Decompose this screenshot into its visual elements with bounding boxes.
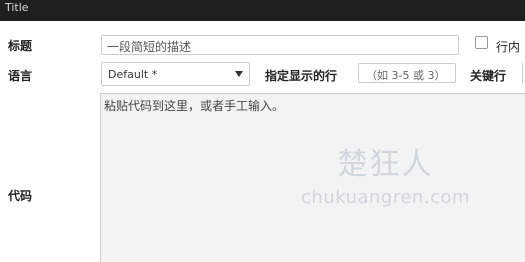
title-input-placeholder: 一段简短的描述	[107, 40, 192, 54]
language-select[interactable]: Default *	[101, 62, 250, 86]
dialog-title: Title	[5, 1, 29, 14]
code-placeholder: 粘贴代码到这里，或者手工输入。	[104, 99, 285, 113]
dialog-titlebar: Title	[0, 0, 525, 21]
site-watermark: 楚狂人 chukuangren.com	[301, 139, 470, 208]
watermark-url: chukuangren.com	[301, 187, 471, 208]
caret-down-icon	[235, 71, 243, 77]
title-label: 标题	[8, 39, 33, 53]
language-select-value: Default *	[108, 68, 158, 81]
inline-checkbox[interactable]	[475, 36, 488, 49]
language-label: 语言	[8, 69, 33, 83]
title-input[interactable]: 一段简短的描述	[101, 35, 459, 55]
keyline-label: 关键行	[470, 69, 507, 83]
lines-input-placeholder: （如 3-5 或 3）	[366, 69, 446, 82]
code-label: 代码	[8, 189, 33, 203]
inline-label: 行内	[496, 40, 521, 54]
watermark-chinese: 楚狂人	[337, 147, 434, 182]
lines-label: 指定显示的行	[265, 69, 338, 83]
lines-input[interactable]: （如 3-5 或 3）	[358, 63, 456, 83]
code-textarea[interactable]: 粘贴代码到这里，或者手工输入。 楚狂人 chukuangren.com	[100, 93, 525, 262]
